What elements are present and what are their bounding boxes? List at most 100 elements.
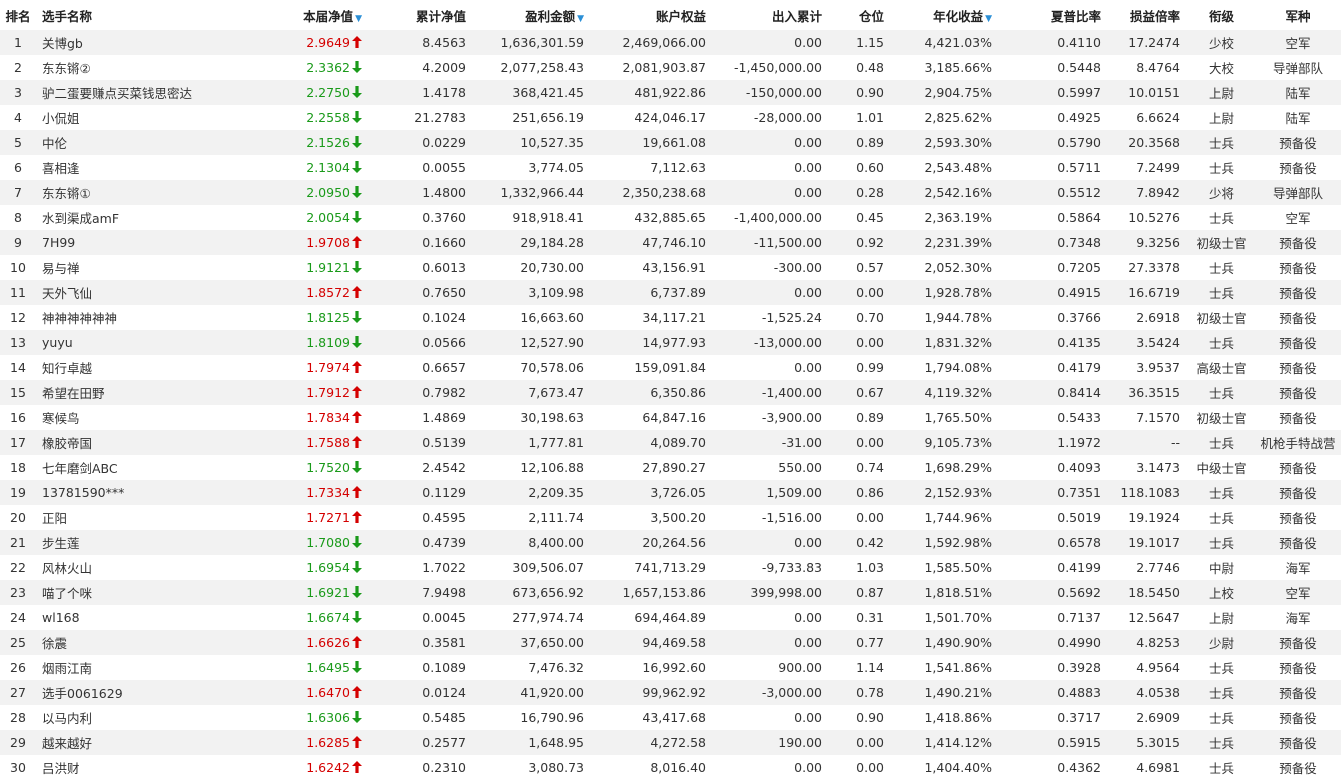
annual-cell: 1,501.70% xyxy=(924,610,992,625)
table-body: 1 关博gb 2.9649 8.4563 1,636,301.59 2,469,066.0… xyxy=(0,30,1341,780)
profit-cell: 70,578.06 xyxy=(520,360,584,375)
player-name[interactable]: 喵了个咪 xyxy=(36,580,232,605)
player-name[interactable]: 知行卓越 xyxy=(36,355,232,380)
rank-cell: 19 xyxy=(10,485,26,500)
player-name[interactable]: wl168 xyxy=(36,605,232,630)
nav-cell: 1.9121 xyxy=(232,255,368,280)
rank-title-cell: 士兵 xyxy=(1208,536,1234,551)
player-name[interactable]: 喜相逢 xyxy=(36,155,232,180)
table-row: 1 关博gb 2.9649 8.4563 1,636,301.59 2,469,066.0… xyxy=(0,30,1341,55)
position-cell: 0.86 xyxy=(856,485,884,500)
rank-cell: 28 xyxy=(10,710,26,725)
pl-ratio-cell: 5.3015 xyxy=(1136,735,1180,750)
sort-desc-icon[interactable]: ▼ xyxy=(577,14,584,24)
player-name[interactable]: 水到渠成amF xyxy=(36,205,232,230)
cum-nav-cell: 0.1129 xyxy=(422,485,466,500)
table-row: 3 驴二蛋要赚点买菜钱思密达 2.2750 1.4178 368,421.45 481,9… xyxy=(0,80,1341,105)
table-row: 16 寒候鸟 1.7834 1.4869 30,198.63 64,847.16 -3,90… xyxy=(0,405,1341,430)
arrow-up-icon xyxy=(352,511,362,523)
pl-ratio-cell: 18.5450 xyxy=(1128,585,1180,600)
player-name[interactable]: 13781590*** xyxy=(36,480,232,505)
position-cell: 0.45 xyxy=(856,210,884,225)
nav-cell: 1.6306 xyxy=(232,705,368,730)
player-name[interactable]: 中伦 xyxy=(36,130,232,155)
flow-cell: 900.00 xyxy=(778,660,822,675)
player-name[interactable]: 选手0061629 xyxy=(36,680,232,705)
rank-title-cell: 初级士官 xyxy=(1196,411,1247,426)
sort-desc-icon[interactable]: ▼ xyxy=(355,14,362,24)
equity-cell: 27,890.27 xyxy=(642,460,706,475)
pl-ratio-cell: 10.0151 xyxy=(1128,85,1180,100)
cum-nav-cell: 0.2577 xyxy=(422,735,466,750)
pl-ratio-cell: 12.5647 xyxy=(1128,610,1180,625)
nav-cell: 1.7912 xyxy=(232,380,368,405)
pl-ratio-cell: 7.2499 xyxy=(1136,160,1180,175)
player-name[interactable]: 天外飞仙 xyxy=(36,280,232,305)
table-row: 29 越来越好 1.6285 0.2577 1,648.95 4,272.58 190.00… xyxy=(0,730,1341,755)
player-name[interactable]: 越来越好 xyxy=(36,730,232,755)
army-cell: 预备役 xyxy=(1279,711,1317,726)
sort-desc-icon[interactable]: ▼ xyxy=(985,14,992,24)
player-name[interactable]: 步生莲 xyxy=(36,530,232,555)
equity-cell: 64,847.16 xyxy=(642,410,706,425)
player-name[interactable]: 七年磨剑ABC xyxy=(36,455,232,480)
nav-value: 1.9708 xyxy=(306,235,350,250)
flow-cell: -11,500.00 xyxy=(753,235,822,250)
col-header-annual[interactable]: 年化收益 ▼ xyxy=(892,0,1000,30)
flow-cell: 0.00 xyxy=(794,760,822,775)
cum-nav-cell: 0.2310 xyxy=(422,760,466,775)
table-row: 5 中伦 2.1526 0.0229 10,527.35 19,661.08 0.00 0.8… xyxy=(0,130,1341,155)
nav-value: 2.0054 xyxy=(306,210,350,225)
player-name[interactable]: 希望在田野 xyxy=(36,380,232,405)
player-name[interactable]: 徐震 xyxy=(36,630,232,655)
flow-cell: -1,525.24 xyxy=(761,310,822,325)
player-name[interactable]: 风林火山 xyxy=(36,555,232,580)
equity-cell: 694,464.89 xyxy=(634,610,706,625)
player-name[interactable]: 寒候鸟 xyxy=(36,405,232,430)
arrow-up-icon xyxy=(352,486,362,498)
player-name[interactable]: 东东锵① xyxy=(36,180,232,205)
flow-cell: 0.00 xyxy=(794,360,822,375)
col-header-profit[interactable]: 盈利金额 ▼ xyxy=(474,0,592,30)
annual-cell: 1,490.90% xyxy=(924,635,992,650)
rank-cell: 13 xyxy=(10,335,26,350)
player-name[interactable]: 易与禅 xyxy=(36,255,232,280)
annual-cell: 1,794.08% xyxy=(924,360,992,375)
equity-cell: 94,469.58 xyxy=(642,635,706,650)
annual-cell: 2,825.62% xyxy=(924,110,992,125)
nav-value: 1.6306 xyxy=(306,710,350,725)
annual-cell: 1,765.50% xyxy=(924,410,992,425)
flow-cell: -3,900.00 xyxy=(761,410,822,425)
rank-title-cell: 中级士官 xyxy=(1196,461,1247,476)
position-cell: 0.89 xyxy=(856,135,884,150)
table-row: 18 七年磨剑ABC 1.7520 2.4542 12,106.88 27,890.27 5… xyxy=(0,455,1341,480)
table-row: 13 yuyu 1.8109 0.0566 12,527.90 14,977.93 -13,… xyxy=(0,330,1341,355)
pl-ratio-cell: 16.6719 xyxy=(1128,285,1180,300)
pl-ratio-cell: 20.3568 xyxy=(1128,135,1180,150)
player-name[interactable]: yuyu xyxy=(36,330,232,355)
arrow-down-icon xyxy=(352,561,362,573)
arrow-down-icon xyxy=(352,611,362,623)
cum-nav-cell: 0.1660 xyxy=(422,235,466,250)
player-name[interactable]: 东东锵② xyxy=(36,55,232,80)
col-header-nav[interactable]: 本届净值 ▼ xyxy=(232,0,368,30)
player-name[interactable]: 驴二蛋要赚点买菜钱思密达 xyxy=(36,80,232,105)
player-name[interactable]: 小侃姐 xyxy=(36,105,232,130)
sharpe-cell: 0.3717 xyxy=(1057,710,1101,725)
player-name[interactable]: 以马内利 xyxy=(36,705,232,730)
player-name[interactable]: 橡胶帝国 xyxy=(36,430,232,455)
player-name[interactable]: 正阳 xyxy=(36,505,232,530)
nav-cell: 1.7334 xyxy=(232,480,368,505)
rank-cell: 2 xyxy=(14,60,22,75)
player-name[interactable]: 关博gb xyxy=(36,30,232,55)
player-name[interactable]: 7H99 xyxy=(36,230,232,255)
sharpe-cell: 0.3928 xyxy=(1057,660,1101,675)
position-cell: 0.00 xyxy=(856,285,884,300)
cum-nav-cell: 7.9498 xyxy=(422,585,466,600)
pl-ratio-cell: 4.8253 xyxy=(1136,635,1180,650)
equity-cell: 7,112.63 xyxy=(650,160,706,175)
player-name[interactable]: 神神神神神神 xyxy=(36,305,232,330)
player-name[interactable]: 烟雨江南 xyxy=(36,655,232,680)
player-name[interactable]: 吕洪财 xyxy=(36,755,232,780)
cum-nav-cell: 4.2009 xyxy=(422,60,466,75)
